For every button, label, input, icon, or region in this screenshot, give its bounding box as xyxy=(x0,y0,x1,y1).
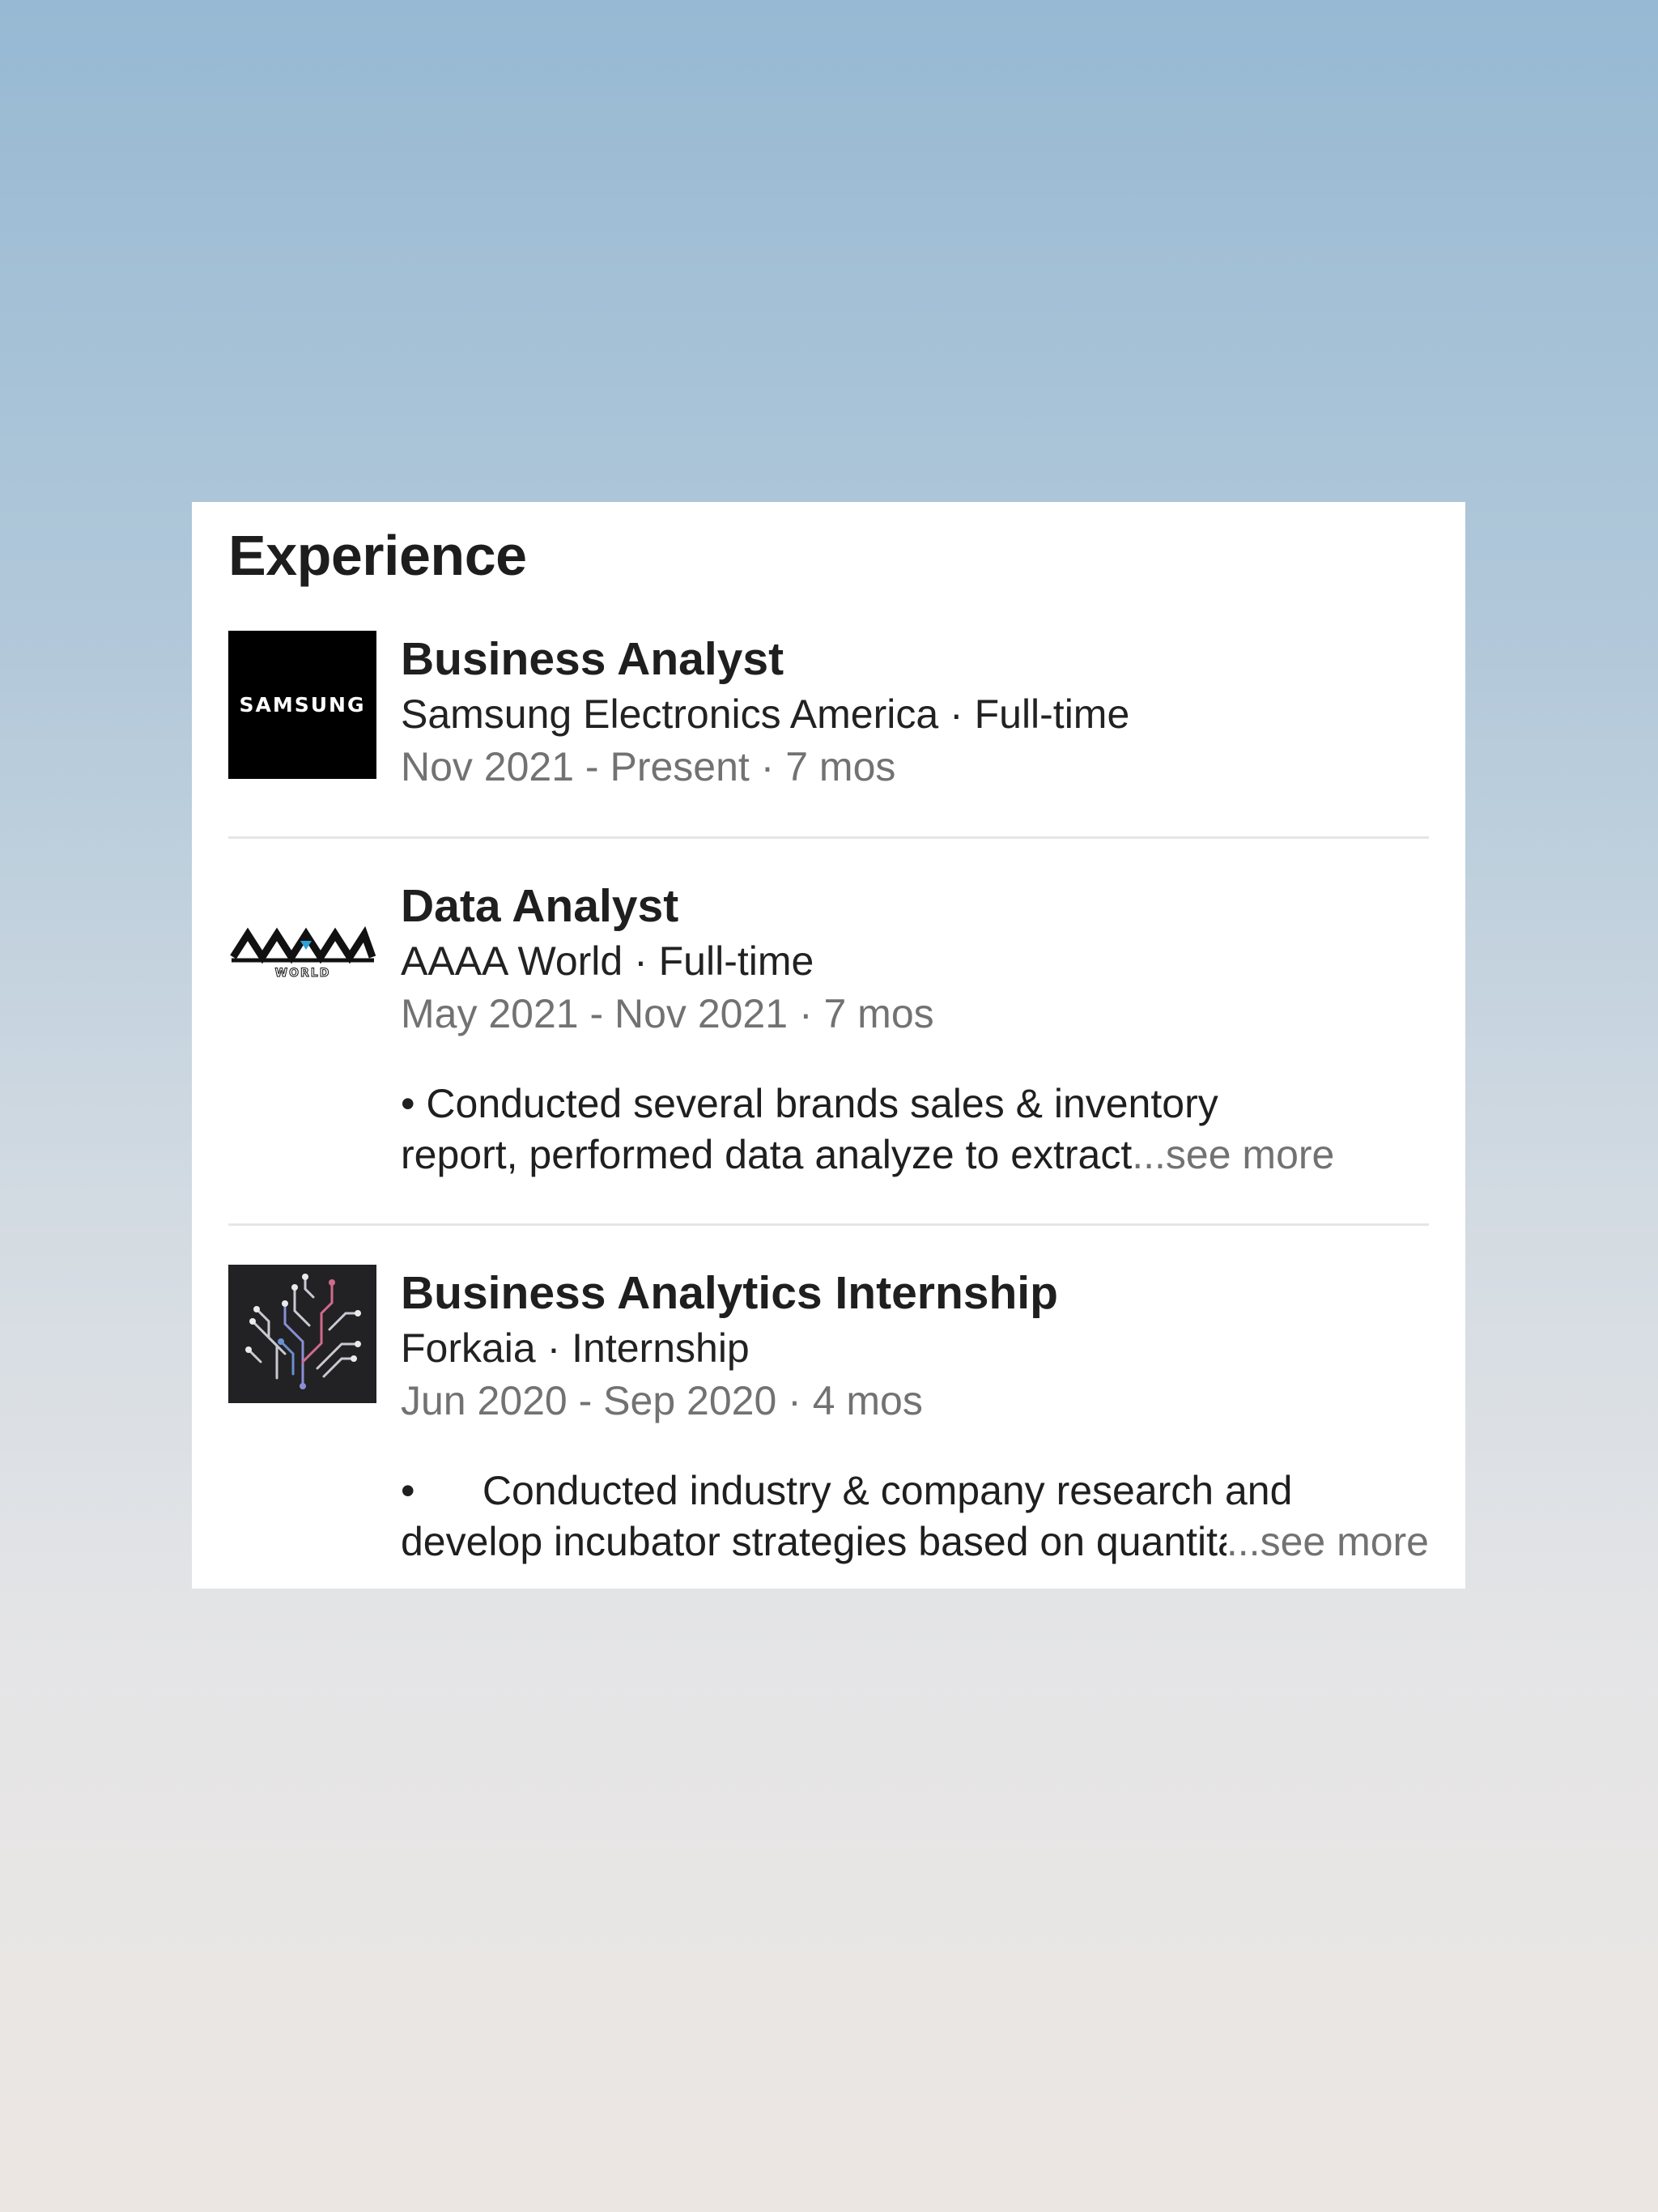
see-more-link[interactable]: ...see more xyxy=(1226,1516,1429,1568)
job-title[interactable]: Data Analyst xyxy=(401,878,1429,934)
description: • Conducted several brands sales & inven… xyxy=(401,1078,1429,1180)
see-more-link[interactable]: ...see more xyxy=(1132,1129,1334,1180)
dates-line: Jun 2020 - Sep 2020 · 4 mos xyxy=(401,1378,923,1423)
company-line: Samsung Electronics America · Full-time xyxy=(401,691,1130,737)
experience-item-samsung[interactable]: SAMSUNG Business Analyst Samsung Electro… xyxy=(228,631,1429,809)
description-line: • Conducted industry & company research … xyxy=(401,1468,1293,1513)
job-title[interactable]: Business Analyst xyxy=(401,631,1429,687)
company-line: Forkaia · Internship xyxy=(401,1325,750,1371)
dates-line: Nov 2021 - Present · 7 mos xyxy=(401,744,896,789)
section-title: Experience xyxy=(228,524,527,587)
divider xyxy=(228,836,1429,839)
samsung-logo-text: SAMSUNG xyxy=(239,693,366,717)
aaaa-logo-text: WORLD xyxy=(275,967,331,980)
forkaia-circuit-logo-icon[interactable] xyxy=(228,1265,376,1403)
page: { "section": { "title": "Experience" }, … xyxy=(0,0,1658,2212)
description-line-truncated: report, performed data analyze to extrac… xyxy=(401,1129,1429,1180)
experience-card: Experience SAMSUNG Business Analyst Sams… xyxy=(192,502,1465,1589)
job-title[interactable]: Business Analytics Internship xyxy=(401,1265,1429,1321)
dates-line: May 2021 - Nov 2021 · 7 mos xyxy=(401,991,934,1036)
company-line: AAAA World · Full-time xyxy=(401,938,814,984)
description-line-truncated: develop incubator strategies based on qu… xyxy=(401,1516,1429,1568)
description-line: report, performed data analyze to extrac… xyxy=(401,1132,1133,1177)
experience-item-aaaa-world[interactable]: WORLD Data Analyst AAAA World · Full-tim… xyxy=(228,878,1429,1218)
aaaa-world-logo-icon[interactable]: WORLD xyxy=(228,910,376,991)
description-line: • Conducted several brands sales & inven… xyxy=(401,1081,1218,1126)
description-line: develop incubator strategies based on qu… xyxy=(401,1519,1226,1564)
description: • Conducted industry & company research … xyxy=(401,1465,1429,1568)
divider xyxy=(228,1223,1429,1226)
samsung-logo-icon[interactable]: SAMSUNG xyxy=(228,631,376,779)
experience-item-forkaia[interactable]: Business Analytics Internship Forkaia · … xyxy=(228,1265,1429,1589)
